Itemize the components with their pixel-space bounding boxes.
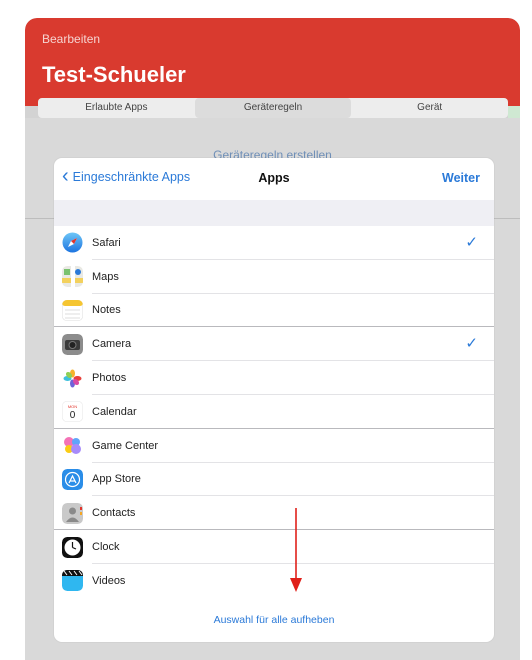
app-store-icon [62, 468, 83, 490]
videos-icon [62, 570, 83, 592]
app-name-label: Safari [92, 236, 121, 249]
app-name-label: Maps [92, 270, 119, 283]
red-down-arrow-icon [290, 508, 302, 592]
photos-icon [62, 367, 83, 389]
page-title: Test-Schueler [42, 62, 186, 87]
calendar-icon: MON 0 [62, 401, 83, 423]
app-name-label: Camera [92, 338, 132, 351]
apps-modal-sheet: ‹ Eingeschränkte Apps Apps Weiter Safari… [54, 158, 494, 642]
app-name-label: App Store [92, 473, 141, 486]
app-name-label: Calendar [92, 405, 137, 418]
app-row-maps[interactable]: Maps [54, 260, 494, 294]
section-header-band [54, 200, 494, 226]
next-button[interactable]: Weiter [442, 171, 480, 185]
checkmark-icon: ✓ [465, 234, 478, 251]
header-bar: Bearbeiten Test-Schueler [25, 18, 520, 106]
app-name-label: Notes [92, 304, 121, 317]
checkmark-icon: ✓ [465, 335, 478, 353]
deselect-all-link[interactable]: Auswahl für alle aufheben [54, 614, 494, 626]
app-row-calendar[interactable]: MON 0 Calendar [54, 395, 494, 429]
svg-text:MON: MON [68, 404, 77, 409]
modal-nav-bar: ‹ Eingeschränkte Apps Apps Weiter [54, 158, 494, 200]
app-row-safari[interactable]: Safari ✓ [54, 226, 494, 260]
app-row-clock[interactable]: Clock [54, 530, 494, 564]
app-list: Safari ✓ Maps Notes Camera ✓ Photos MON 0 Calenda… [54, 226, 494, 598]
app-row-videos[interactable]: Videos [54, 564, 494, 598]
game-center-icon [62, 435, 83, 457]
tab-device-rules[interactable]: Geräteregeln [194, 98, 352, 118]
app-row-game-center[interactable]: Game Center [54, 429, 494, 463]
app-name-label: Clock [92, 541, 120, 554]
app-name-label: Photos [92, 372, 127, 385]
app-row-app-store[interactable]: App Store [54, 463, 494, 497]
app-row-contacts[interactable]: Contacts [54, 496, 494, 531]
notes-icon [62, 299, 83, 321]
app-row-photos[interactable]: Photos [54, 361, 494, 395]
safari-icon [62, 232, 83, 253]
app-row-notes[interactable]: Notes [54, 294, 494, 328]
contacts-icon [62, 502, 83, 524]
tab-allowed-apps[interactable]: Erlaubte Apps [38, 98, 195, 118]
app-name-label: Game Center [92, 439, 159, 452]
edit-button[interactable]: Bearbeiten [42, 32, 100, 46]
app-row-camera[interactable]: Camera ✓ [54, 327, 494, 362]
maps-icon [62, 266, 83, 288]
tab-device[interactable]: Gerät [351, 98, 508, 118]
segmented-control: Erlaubte Apps Geräteregeln Gerät [38, 98, 508, 118]
app-name-label: Contacts [92, 507, 136, 520]
app-name-label: Videos [92, 574, 126, 587]
modal-title: Apps [258, 171, 290, 185]
camera-icon [62, 333, 83, 355]
clock-icon [62, 536, 83, 558]
svg-text:0: 0 [70, 410, 76, 421]
